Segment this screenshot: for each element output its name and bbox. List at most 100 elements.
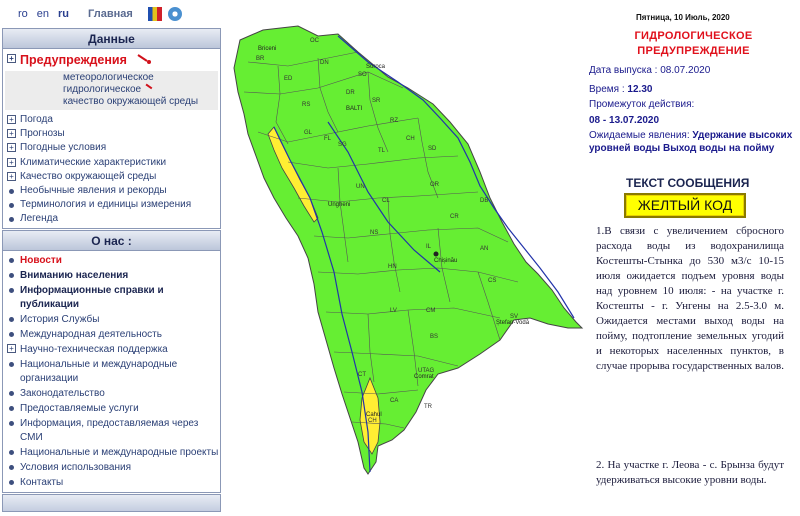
about-menu-item[interactable]: Условия использования: [3, 460, 220, 475]
expected-phenomena: Ожидаемые явления: Удержание высоких уро…: [589, 130, 793, 154]
about-menu-item[interactable]: Национальные и международные организации: [3, 357, 220, 386]
data-menu-item-label: Необычные явления и рекорды: [20, 185, 167, 197]
data-menu-item[interactable]: + Прогнозы: [3, 127, 220, 141]
about-menu-item-label: Национальные и международные проекты: [20, 446, 219, 458]
district-label: DR: [346, 90, 355, 96]
language-bar: ro en ru Главная: [0, 0, 222, 28]
district-label: DB: [480, 198, 488, 204]
city-label: Cahul: [366, 412, 382, 418]
about-menu-item[interactable]: Информация, предоставляемая через СМИ: [3, 416, 220, 445]
about-menu-item[interactable]: Информационные справки и публикации: [3, 283, 220, 312]
bullet-icon: [9, 317, 14, 322]
district-label: SR: [372, 98, 381, 104]
lang-en-link[interactable]: en: [37, 8, 49, 20]
data-panel-title: Данные: [3, 29, 220, 49]
bullet-icon: [9, 421, 14, 426]
validity-period-value: 08 - 13.07.2020: [589, 115, 660, 126]
bullet-icon: [9, 480, 14, 485]
bullet-icon: [9, 450, 14, 455]
warnings-submenu: метеорологическое гидрологическое качест…: [5, 71, 218, 110]
district-label: SD: [428, 146, 437, 152]
district-label: DN: [320, 60, 329, 66]
district-label: RZ: [390, 118, 398, 124]
about-menu-item-label: Предоставляемые услуги: [20, 402, 139, 414]
moldova-flag-icon[interactable]: [147, 7, 162, 21]
district-label: CL: [382, 198, 390, 204]
district-label: CS: [488, 278, 496, 284]
district-label: NS: [370, 230, 378, 236]
capital-marker-icon: [433, 251, 439, 257]
bullet-icon: [9, 189, 14, 195]
district-label: LV: [390, 308, 397, 314]
about-menu-item-label: Информационные справки и публикации: [20, 284, 164, 310]
bullet-icon: [9, 273, 14, 278]
globe-icon[interactable]: [167, 7, 182, 21]
about-menu-item[interactable]: Международная деятельность: [3, 327, 220, 342]
issue-time-line: Время : 12.30: [589, 84, 653, 95]
home-link[interactable]: Главная: [88, 8, 133, 20]
about-menu-item-label: Научно-техническая поддержка: [20, 343, 168, 355]
data-menu-item[interactable]: Легенда: [3, 212, 220, 226]
about-menu-item-label: Условия использования: [20, 461, 131, 473]
validity-period-label: Промежуток действия:: [589, 99, 695, 110]
about-menu-item[interactable]: Новости: [3, 253, 220, 268]
data-menu-item[interactable]: Терминология и единицы измерения: [3, 198, 220, 212]
data-menu-item-label: Климатические характеристики: [20, 156, 167, 168]
district-label: BS: [430, 334, 438, 340]
submenu-meteo[interactable]: метеорологическое: [63, 72, 218, 84]
district-label: AN: [480, 246, 488, 252]
about-menu-item[interactable]: Законодательство: [3, 386, 220, 401]
about-menu-item-label: Национальные и международные организации: [20, 358, 178, 384]
district-label: RS: [302, 102, 310, 108]
about-menu-item[interactable]: Предоставляемые услуги: [3, 401, 220, 416]
city-label: Chișinău: [434, 258, 457, 264]
about-panel-title: О нас :: [3, 231, 220, 251]
about-menu-item-label: История Службы: [20, 313, 100, 325]
yellow-code-badge: ЖЕЛТЫЙ КОД: [624, 193, 746, 218]
about-menu-item[interactable]: Контакты: [3, 475, 220, 490]
plus-box-icon: +: [7, 157, 16, 167]
district-label: CR: [450, 214, 459, 220]
lang-ro-link[interactable]: ro: [18, 8, 28, 20]
data-menu-item[interactable]: + Погодные условия: [3, 141, 220, 155]
lang-ru-link[interactable]: ru: [58, 8, 69, 20]
data-menu-item-label: Легенда: [20, 213, 59, 225]
left-column: ro en ru Главная Данные + Предупреждения…: [0, 0, 222, 516]
district-label: SG: [338, 142, 347, 148]
message-paragraph-1: 1.В связи с увеличением сбросного расход…: [596, 225, 784, 372]
plus-box-icon[interactable]: +: [7, 54, 16, 63]
about-menu-item-label: Законодательство: [20, 387, 105, 399]
warning-title: ГИДРОЛОГИЧЕСКОЕ ПРЕДУПРЕЖДЕНИЕ: [634, 30, 753, 57]
district-label: CA: [390, 398, 398, 404]
plus-box-icon: +: [7, 129, 16, 139]
bullet-icon: [9, 288, 14, 293]
about-menu-panel: О нас : Новости Вниманию населения Информа…: [2, 230, 221, 493]
submenu-environment[interactable]: качество окружающей среды: [63, 96, 218, 108]
about-menu-item[interactable]: Вниманию населения: [3, 268, 220, 283]
city-label: BALTI: [346, 106, 363, 112]
data-menu-item[interactable]: + Погода: [3, 113, 220, 127]
district-label: GL: [304, 130, 313, 136]
data-menu-item[interactable]: Необычные явления и рекорды: [3, 184, 220, 198]
district-label: CH: [368, 418, 377, 424]
warnings-menu-item[interactable]: + Предупреждения: [3, 49, 220, 71]
data-menu-item-label: Погодные условия: [20, 142, 107, 154]
data-menu-item-label: Терминология и единицы измерения: [20, 199, 192, 211]
data-menu-item[interactable]: + Климатические характеристики: [3, 156, 220, 170]
district-label: HN: [388, 264, 397, 270]
active-marker-icon: [142, 83, 153, 94]
bullet-icon: [9, 391, 14, 396]
district-label: SO: [358, 72, 367, 78]
about-menu-item[interactable]: + Научно-техническая поддержка: [3, 342, 220, 357]
bullet-icon: [9, 362, 14, 367]
about-menu-list: Новости Вниманию населения Информационные …: [3, 251, 220, 490]
warning-panel: Пятница, 10 Июль, 2020 ГИДРОЛОГИЧЕСКОЕ П…: [586, 0, 800, 516]
submenu-hydro[interactable]: гидрологическое: [63, 83, 218, 96]
data-menu-item-label: Качество окружающей среды: [20, 170, 157, 182]
moldova-warning-map: OC BR ED DN SO DR RS SR FL GL SG RZ TL SD CH OR DB UN CL CR…: [233, 25, 584, 475]
about-menu-item[interactable]: История Службы: [3, 312, 220, 327]
data-menu-item[interactable]: + Качество окружающей среды: [3, 170, 220, 184]
sidebar-footer-bar: [2, 494, 221, 512]
plus-box-icon: +: [7, 171, 16, 181]
about-menu-item[interactable]: Национальные и международные проекты: [3, 445, 220, 460]
